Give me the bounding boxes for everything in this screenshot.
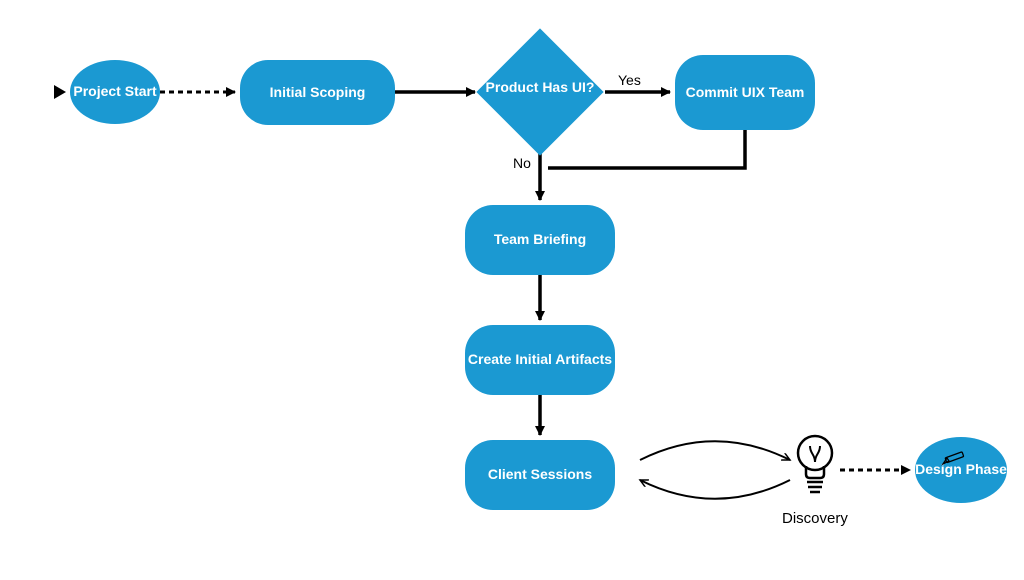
node-label: Commit UIX Team xyxy=(686,84,805,102)
node-label: Create Initial Artifacts xyxy=(468,351,612,369)
node-commit-uix: Commit UIX Team xyxy=(675,55,815,130)
node-label: Team Briefing xyxy=(494,231,586,249)
edge-label-no: No xyxy=(513,155,531,171)
node-label: Project Start xyxy=(73,83,156,101)
node-client-sessions: Client Sessions xyxy=(465,440,615,510)
node-decision: Product Has UI? xyxy=(475,27,605,157)
node-project-start: Project Start xyxy=(70,60,160,124)
node-initial-scoping: Initial Scoping xyxy=(240,60,395,125)
node-create-artifacts: Create Initial Artifacts xyxy=(465,325,615,395)
node-design-phase: Design Phase xyxy=(915,437,1007,503)
caption-discovery: Discovery xyxy=(782,510,848,527)
start-marker-icon xyxy=(54,85,66,99)
node-team-briefing: Team Briefing xyxy=(465,205,615,275)
lightbulb-icon xyxy=(790,430,840,505)
node-label: Client Sessions xyxy=(488,466,592,484)
pencil-icon xyxy=(940,450,968,468)
node-label: Initial Scoping xyxy=(270,84,366,102)
edge-label-yes: Yes xyxy=(618,72,641,88)
node-label: Product Has UI? xyxy=(475,79,605,97)
